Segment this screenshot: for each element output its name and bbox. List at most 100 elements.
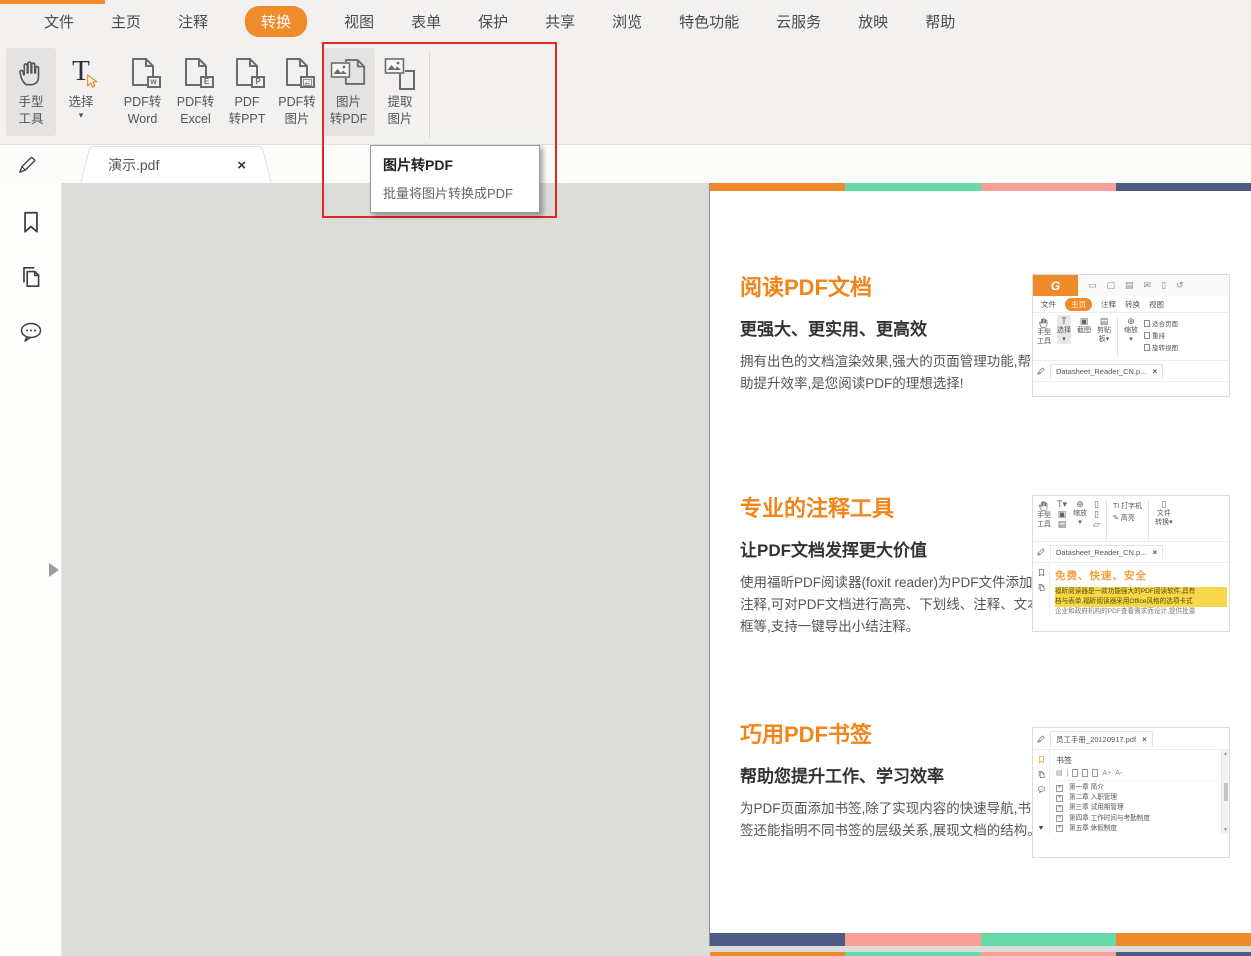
- document-tab[interactable]: 演示.pdf ×: [96, 146, 256, 183]
- section-body: 拥有出色的文档渲染效果,强大的页面管理功能,帮助提升效率,是您阅读PDF的理想选…: [740, 351, 1042, 395]
- menu-item-browse[interactable]: 浏览: [612, 11, 642, 32]
- pdf-to-word-button[interactable]: w PDF转 Word: [116, 48, 169, 136]
- menu-item-file[interactable]: 文件: [44, 11, 74, 32]
- mini-menu-home-active: 主页: [1065, 298, 1092, 311]
- mini-zoom-icon: ⊕: [1127, 317, 1135, 327]
- section-heading: 巧用PDF书签: [740, 717, 1042, 749]
- section-heading: 阅读PDF文档: [740, 270, 1042, 302]
- mini-hand-icon: [1038, 317, 1050, 329]
- select-tool-button[interactable]: T 选择 ▾: [56, 48, 106, 136]
- pdf-to-ppt-button[interactable]: P PDF 转PPT: [222, 48, 272, 136]
- tab-close-icon[interactable]: ×: [237, 157, 246, 174]
- extract-image-button[interactable]: 提取 图片: [375, 48, 425, 136]
- foxit-reader-window: 文件 主页 注释 转换 视图 表单 保护 共享 浏览 特色功能 云服务 放映 帮…: [0, 0, 1251, 956]
- next-page-top-color-bar: [710, 952, 1251, 956]
- mini-hand-tool: 手型工具: [1037, 498, 1051, 530]
- mini-pencil-icon: [1036, 734, 1046, 744]
- hand-tool-button[interactable]: 手型 工具: [6, 48, 56, 136]
- mini-folder-icon: ▭: [1088, 280, 1097, 291]
- mini-screenshot-tool: ▣ 截图: [1077, 315, 1091, 336]
- pdf-to-image-button[interactable]: PDF转 图片: [272, 48, 322, 136]
- menu-item-share[interactable]: 共享: [545, 11, 575, 32]
- pages-panel-icon[interactable]: [18, 264, 44, 290]
- mini-clipboard-icon: ▤: [1100, 317, 1109, 327]
- mini-caret-down-icon: ▼: [1038, 825, 1045, 832]
- mini-comment-icon: [1037, 785, 1046, 794]
- mini-hand-icon: [1038, 500, 1050, 512]
- mini-file-convert: ▯ 文件转换▾: [1155, 498, 1173, 527]
- mini-highlighted-text: 福昕阅读器是一款功能强大的PDF阅读软件,具有: [1055, 587, 1227, 597]
- pdf-to-excel-icon: E: [183, 52, 209, 94]
- mini-bookmark-list: +第一章 简介 +第二章 入职管理 +第三章 试用期管理 +第四章 工作时间与考…: [1054, 781, 1219, 834]
- mini-select-tool: T 选择▾: [1057, 315, 1071, 344]
- mini-pages-icon: [1037, 583, 1046, 592]
- tooltip-description: 批量将图片转换成PDF: [383, 183, 527, 202]
- section-subheading: 更强大、更实用、更高效: [740, 315, 1042, 340]
- section-read-pdf: 阅读PDF文档 更强大、更实用、更高效 拥有出色的文档渲染效果,强大的页面管理功…: [740, 270, 1042, 395]
- document-tab-bar: 演示.pdf ×: [0, 145, 1251, 183]
- pdf-to-word-icon: w: [130, 52, 156, 94]
- pdf-page: 阅读PDF文档 更强大、更实用、更高效 拥有出色的文档渲染效果,强大的页面管理功…: [710, 183, 1251, 946]
- select-text-cursor-icon: T: [66, 52, 96, 94]
- section-pdf-bookmarks: 巧用PDF书签 帮助您提升工作、学习效率 为PDF页面添加书签,除了实现内容的快…: [740, 717, 1042, 842]
- mini-pencil-icon: [1036, 366, 1046, 376]
- mini-pencil-icon: [1036, 547, 1046, 557]
- document-tab-title: 演示.pdf: [108, 155, 159, 175]
- mini-mail-icon: ✉: [1144, 280, 1152, 291]
- section-heading: 专业的注释工具: [740, 491, 1042, 523]
- convert-ribbon: 手型 工具 T 选择 ▾ w PDF转 Word E PDF转 Excel: [0, 42, 1251, 145]
- menu-item-slideshow[interactable]: 放映: [858, 11, 888, 32]
- mini-zoom-icon: ⊕: [1076, 500, 1084, 510]
- pdf-to-excel-button[interactable]: E PDF转 Excel: [169, 48, 222, 136]
- mini-pages-icon: [1037, 770, 1046, 779]
- mini-sidebar: ▼: [1033, 750, 1050, 834]
- comments-panel-icon[interactable]: [18, 319, 44, 345]
- mini-print-icon: ▤: [1125, 280, 1134, 291]
- mini-doc-heading: 免费、快速、安全: [1055, 568, 1227, 583]
- menu-item-convert-active[interactable]: 转换: [245, 6, 307, 37]
- mini-body-text: 企业和政府机构的PDF查看需求而设计,提供批量: [1055, 607, 1227, 617]
- dropdown-icon: ▾: [79, 111, 84, 120]
- section-annotation-tools: 专业的注释工具 让PDF文档发挥更大价值 使用福昕PDF阅读器(foxit re…: [740, 491, 1042, 638]
- menu-item-features[interactable]: 特色功能: [679, 11, 739, 32]
- document-viewport[interactable]: 阅读PDF文档 更强大、更实用、更高效 拥有出色的文档渲染效果,强大的页面管理功…: [62, 183, 1251, 956]
- pdf-to-image-icon: [284, 52, 310, 94]
- menu-item-home[interactable]: 主页: [111, 11, 141, 32]
- pencil-edit-icon[interactable]: [13, 153, 41, 176]
- menu-item-protect[interactable]: 保护: [478, 11, 508, 32]
- mini-bookmark-toolbar: ▤| A+A-: [1054, 768, 1219, 781]
- menu-item-form[interactable]: 表单: [411, 11, 441, 32]
- mini-screenshot-icon: ▣: [1080, 317, 1089, 327]
- image-to-pdf-button[interactable]: 图片 转PDF: [322, 48, 375, 136]
- section-body: 为PDF页面添加书签,除了实现内容的快速导航,书签还能指明不同书签的层级关系,展…: [740, 798, 1042, 842]
- hand-icon: [16, 52, 46, 94]
- mini-highlighted-text: 档与表单,福昕阅读器采用Office风格的选项卡式: [1055, 597, 1227, 607]
- menu-item-help[interactable]: 帮助: [925, 11, 955, 32]
- menu-item-cloud[interactable]: 云服务: [776, 11, 821, 32]
- bookmarks-screenshot-thumbnail: 员工手册_20120917.pdf× ▼ 书签 ▤|: [1032, 727, 1230, 858]
- sidebar-expand-arrow-icon[interactable]: [49, 563, 59, 577]
- image-to-pdf-icon: [330, 52, 368, 94]
- mini-bookmark-panel-title: 书签: [1056, 755, 1219, 766]
- mini-menu-convert: 转换: [1125, 299, 1140, 310]
- mini-save-icon: ▢: [1107, 280, 1116, 291]
- mini-menu-file: 文件: [1041, 299, 1056, 310]
- mini-view-options: 适合页面 重排 旋转视图: [1144, 315, 1178, 352]
- mini-sidebar: [1033, 563, 1050, 617]
- mini-select-stack: T▾▣▤: [1057, 498, 1067, 530]
- image-to-pdf-tooltip: 图片转PDF 批量将图片转换成PDF: [370, 145, 540, 213]
- mini-hand-tool: 手型工具: [1037, 315, 1051, 347]
- mini-clipboard-tool: ▤ 剪贴板▾: [1097, 315, 1111, 344]
- mini-newdoc-icon: ▯: [1161, 280, 1166, 291]
- mini-typewriter-highlight: TI 打字机 ✎ 高亮: [1113, 498, 1142, 523]
- menu-item-annotate[interactable]: 注释: [178, 11, 208, 32]
- tooltip-title: 图片转PDF: [383, 155, 527, 175]
- mini-bookmark-icon-active: [1037, 755, 1046, 764]
- window-accent-strip: [0, 0, 105, 4]
- menu-item-view[interactable]: 视图: [344, 11, 374, 32]
- mini-page-ops-stack: ▯▯▱: [1093, 498, 1100, 530]
- mini-zoom-tool: ⊕ 缩放▾: [1073, 498, 1087, 527]
- mini-menu-annotate: 注释: [1101, 299, 1116, 310]
- page-top-color-bar: [710, 183, 1251, 191]
- bookmarks-panel-icon[interactable]: [18, 209, 44, 235]
